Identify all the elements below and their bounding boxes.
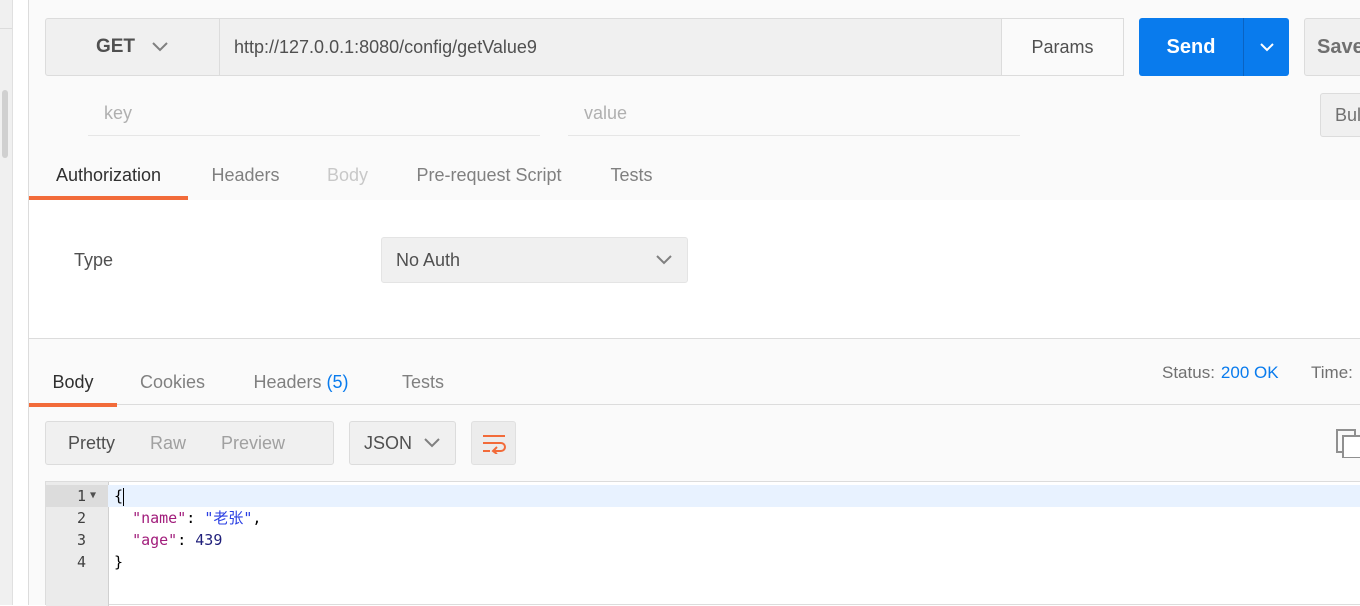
- chevron-down-icon: [152, 42, 168, 52]
- tab-body[interactable]: Body: [319, 152, 376, 199]
- auth-type-label: Type: [74, 250, 114, 270]
- format-raw[interactable]: Raw: [115, 433, 186, 454]
- method-select[interactable]: GET: [45, 18, 220, 76]
- time-label: Time:: [1311, 363, 1353, 382]
- param-value-input[interactable]: value: [568, 92, 1020, 136]
- sidebar-scrollbar[interactable]: [2, 90, 8, 158]
- json-string: "老张": [204, 509, 253, 527]
- response-body-editor[interactable]: 1 ▼ 2 3 4 { "name": "老张", "age": 439 }: [45, 481, 1360, 606]
- save-button-label: Save: [1317, 35, 1360, 58]
- active-line: [108, 485, 1360, 507]
- method-label: GET: [95, 36, 136, 57]
- language-value: JSON: [364, 432, 413, 453]
- param-key-placeholder: key: [104, 103, 133, 123]
- tab-response-body[interactable]: Body: [29, 359, 117, 407]
- params-button[interactable]: Params: [1001, 18, 1124, 76]
- response-status: Status: 200 OK: [1162, 363, 1279, 383]
- tab-authorization[interactable]: Authorization: [29, 152, 188, 200]
- code-line: {: [114, 485, 125, 507]
- chevron-down-icon: [656, 255, 672, 265]
- send-button[interactable]: Send: [1139, 18, 1289, 76]
- bulk-edit-label: Bul: [1335, 104, 1360, 125]
- tab-headers[interactable]: Headers: [203, 152, 288, 199]
- auth-type-select[interactable]: No Auth: [381, 237, 688, 283]
- sidebar-edge: [0, 0, 13, 605]
- authorization-panel: Type No Auth: [29, 200, 1360, 322]
- sidebar-divider: [0, 28, 12, 29]
- format-preview[interactable]: Preview: [186, 433, 285, 454]
- copy-icon[interactable]: [1335, 428, 1360, 463]
- json-brace-open: {: [114, 487, 124, 505]
- status-value[interactable]: 200 OK: [1221, 363, 1279, 382]
- text-cursor: [123, 487, 125, 506]
- tab-pre-request-script[interactable]: Pre-request Script: [409, 152, 569, 199]
- line-number: 4: [76, 553, 86, 571]
- chevron-down-icon: [1259, 43, 1274, 52]
- tab-response-headers[interactable]: Headers (5): [247, 359, 355, 406]
- auth-type-value: No Auth: [396, 249, 461, 270]
- fold-toggle-icon[interactable]: ▼: [90, 485, 96, 507]
- url-value: http://127.0.0.1:8080/config/getValue9: [234, 36, 537, 57]
- tab-response-tests[interactable]: Tests: [399, 359, 447, 406]
- param-value-placeholder: value: [584, 103, 628, 123]
- response-time: Time:: [1311, 363, 1353, 383]
- param-key-input[interactable]: key: [88, 92, 540, 136]
- code-line: "name": "老张",: [132, 509, 262, 527]
- language-select[interactable]: JSON: [349, 421, 456, 465]
- json-key: "name": [132, 509, 187, 527]
- url-input[interactable]: http://127.0.0.1:8080/config/getValue9: [220, 18, 1002, 76]
- chevron-down-icon: [424, 438, 440, 448]
- response-format-toggle: Pretty Raw Preview: [45, 421, 334, 465]
- save-button[interactable]: Save: [1304, 18, 1360, 76]
- line-number: 1: [76, 487, 86, 505]
- json-number: 439: [195, 531, 223, 549]
- tab-cookies[interactable]: Cookies: [134, 359, 211, 406]
- wrap-lines-icon: [482, 435, 506, 454]
- code-line: "age": 439: [132, 531, 223, 549]
- response-tabs: Body Cookies Headers (5) Tests Status: 20…: [29, 338, 1360, 407]
- line-number: 3: [76, 531, 86, 549]
- headers-count: (5): [326, 372, 349, 392]
- json-brace-close: }: [114, 553, 124, 571]
- json-key: "age": [132, 531, 178, 549]
- params-button-label: Params: [1031, 36, 1094, 57]
- format-pretty[interactable]: Pretty: [46, 433, 115, 454]
- line-number: 2: [76, 509, 86, 527]
- request-tabs: Authorization Headers Body Pre-request S…: [29, 152, 1360, 201]
- wrap-lines-button[interactable]: [471, 421, 516, 465]
- send-button-label: Send: [1139, 18, 1244, 76]
- status-label: Status:: [1162, 363, 1215, 382]
- tab-tests[interactable]: Tests: [604, 152, 659, 199]
- code-line: }: [114, 551, 123, 573]
- send-options-button[interactable]: [1244, 18, 1289, 76]
- bulk-edit-button[interactable]: Bul: [1320, 93, 1360, 137]
- section-gap: [29, 321, 1360, 338]
- request-builder: GET http://127.0.0.1:8080/config/getValu…: [28, 0, 1360, 606]
- tab-response-headers-label: Headers: [253, 372, 322, 392]
